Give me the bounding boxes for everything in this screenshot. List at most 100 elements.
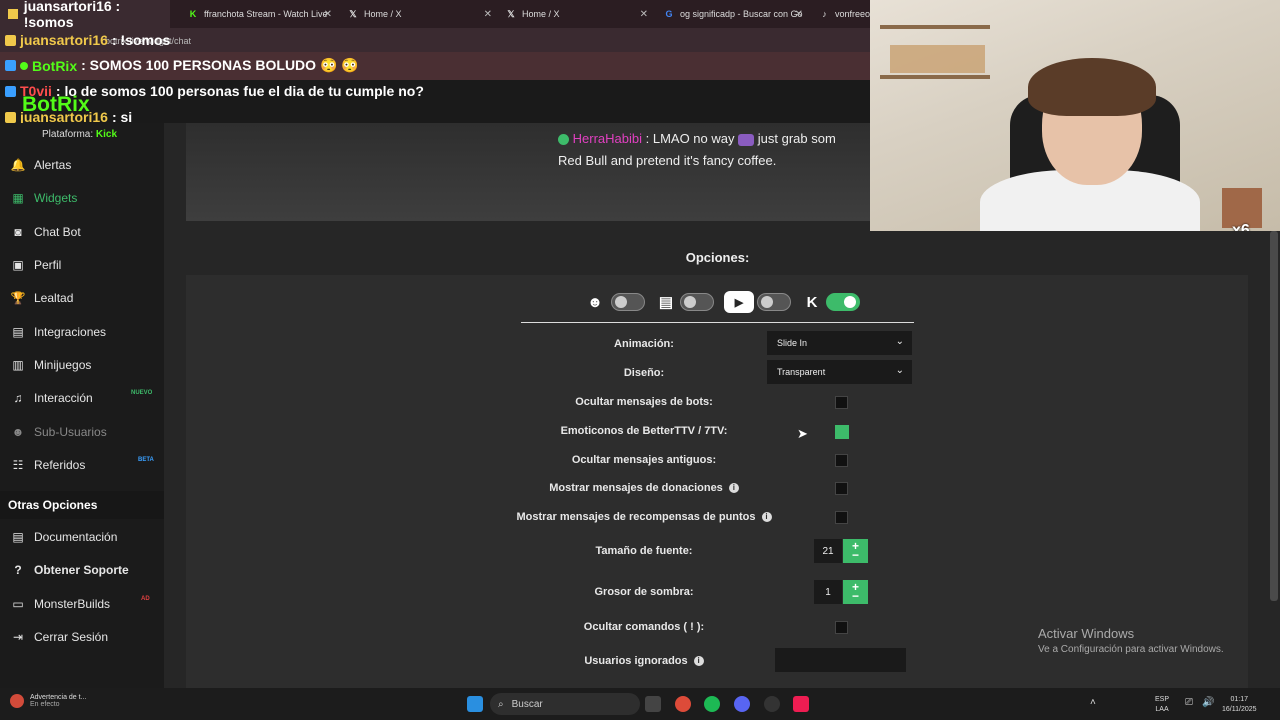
sidebar-item-subusuarios[interactable]: ☻ Sub-Usuarios: [10, 425, 107, 439]
sidebar: Plataforma: Kick 🔔 Alertas ▦ Widgets ◙ C…: [0, 123, 164, 688]
sidebar-item-label: Alertas: [34, 158, 72, 172]
chat-message: : SOMOS 100 PERSONAS BOLUDO 😳 😳: [81, 57, 359, 73]
taskbar-search[interactable]: ⌕ Buscar: [490, 693, 640, 715]
shadow-label: Grosor de sombra:: [594, 586, 694, 598]
task-view-icon[interactable]: [645, 696, 661, 712]
sidebar-item-widgets[interactable]: ▦ Widgets: [10, 191, 77, 205]
sidebar-item-documentacion[interactable]: ▤ Documentación: [10, 530, 117, 544]
info-icon[interactable]: i: [693, 656, 704, 667]
hide-old-checkbox[interactable]: [835, 454, 848, 467]
windows-watermark: Activar Windows Ve a Configuración para …: [1038, 626, 1224, 655]
sidebar-item-perfil[interactable]: ▣ Perfil: [10, 258, 61, 272]
sidebar-item-chatbot[interactable]: ◙ Chat Bot: [10, 225, 81, 239]
language-indicator[interactable]: ESP LAA: [1155, 695, 1169, 715]
chevron-down-icon: ⌄: [895, 365, 904, 376]
search-placeholder: Buscar: [511, 698, 543, 710]
volume-icon[interactable]: 🔊: [1202, 698, 1214, 708]
animation-value: Slide In: [777, 338, 808, 348]
chrome-icon[interactable]: [675, 696, 691, 712]
discord-icon[interactable]: [734, 696, 750, 712]
tab-title: ffranchota Stream - Watch Live: [204, 9, 328, 19]
sidebar-item-monsterbuilds[interactable]: ▭ MonsterBuilds: [10, 597, 110, 611]
scrollbar[interactable]: [1270, 231, 1278, 601]
font-size-label: Tamaño de fuente:: [595, 545, 693, 557]
laptop-icon: ▭: [12, 597, 24, 611]
question-icon: ?: [14, 563, 22, 577]
sidebar-item-integraciones[interactable]: ▤ Integraciones: [10, 325, 106, 339]
botrix-icon: ☻: [587, 293, 603, 311]
sidebar-item-alertas[interactable]: 🔔 Alertas: [10, 158, 72, 172]
tab-active[interactable]: juansartori16 : !somos: [0, 0, 170, 30]
twitch-toggle[interactable]: [680, 293, 714, 311]
kick-icon: K: [189, 9, 197, 19]
font-size-input[interactable]: 21: [814, 539, 842, 563]
notification-area[interactable]: Advertencia de t... En efecto: [10, 694, 86, 708]
tab-tiktok[interactable]: ♪ vonfreeo: [812, 0, 870, 28]
shadow-stepper[interactable]: + −: [843, 580, 868, 604]
lang-bottom: LAA: [1155, 706, 1169, 713]
minus-icon[interactable]: −: [852, 549, 859, 561]
sidebar-item-minijuegos[interactable]: ▥ Minijuegos: [10, 358, 91, 372]
hide-bots-label: Ocultar mensajes de bots:: [575, 396, 713, 408]
bttv-checkbox[interactable]: [835, 425, 849, 439]
tab-title: Home / X: [364, 9, 402, 19]
rewards-label-row: Mostrar mensajes de recompensas de punto…: [494, 511, 794, 523]
spotify-icon[interactable]: [704, 696, 720, 712]
windows-start-icon[interactable]: [467, 696, 483, 712]
close-icon[interactable]: ✕: [484, 9, 492, 20]
sidebar-item-label: Interacción: [34, 391, 93, 405]
emote-count: x6: [1232, 222, 1250, 231]
sidebar-item-label: Chat Bot: [34, 225, 81, 239]
clock[interactable]: 01:17 16/11/2025: [1222, 695, 1257, 715]
notification-subtitle: En efecto: [30, 701, 60, 708]
shadow-input[interactable]: 1: [814, 580, 842, 604]
sidebar-item-soporte[interactable]: ? Obtener Soporte: [10, 563, 128, 577]
beta-badge: BETA: [138, 457, 154, 463]
tab-title: Home / X: [522, 9, 560, 19]
youtube-toggle[interactable]: [757, 293, 791, 311]
info-icon[interactable]: i: [761, 512, 772, 523]
grid-icon: ▦: [12, 191, 24, 205]
tab-x-1[interactable]: 𝕏 Home / X ✕: [340, 0, 500, 28]
sidebar-item-label: Documentación: [34, 530, 118, 544]
sidebar-item-logout[interactable]: ⇥ Cerrar Sesión: [10, 630, 108, 644]
emote-icon: [738, 133, 755, 146]
donations-checkbox[interactable]: [835, 482, 848, 495]
sidebar-item-interaccion[interactable]: ♫ Interacción: [10, 391, 93, 405]
close-icon[interactable]: ✕: [324, 9, 332, 20]
network-icon[interactable]: ⎚: [1185, 698, 1193, 708]
platform-indicator: Plataforma: Kick: [42, 129, 117, 140]
minus-icon[interactable]: −: [852, 590, 859, 602]
tab-x-2[interactable]: 𝕏 Home / X ✕: [498, 0, 656, 28]
logout-icon: ⇥: [12, 630, 24, 644]
rewards-checkbox[interactable]: [835, 511, 848, 524]
font-size-stepper[interactable]: + −: [843, 539, 868, 563]
close-icon[interactable]: ✕: [640, 9, 648, 20]
botrix-toggle[interactable]: [611, 293, 645, 311]
tab-google[interactable]: G og significadp - Buscar con Go ✕: [656, 0, 811, 28]
plug-icon: ▤: [12, 325, 24, 339]
kick-toggle[interactable]: [826, 293, 860, 311]
search-icon: ⌕: [498, 698, 504, 710]
sidebar-item-referidos[interactable]: ☷ Referidos: [10, 458, 86, 472]
info-icon[interactable]: i: [728, 483, 739, 494]
tray-chevron-icon[interactable]: ˄: [1090, 698, 1096, 708]
tab-kick[interactable]: K ffranchota Stream - Watch Live ✕: [180, 0, 340, 28]
chat-username: BotRix: [32, 57, 78, 74]
ignored-users-input[interactable]: [775, 648, 906, 672]
obs-icon[interactable]: [764, 696, 780, 712]
trophy-icon: 🏆: [10, 291, 26, 305]
ignored-label-row: Usuarios ignorados i: [494, 655, 794, 667]
sidebar-item-lealtad[interactable]: 🏆 Lealtad: [10, 291, 74, 305]
sidebar-item-label: Widgets: [34, 191, 78, 205]
hide-bots-checkbox[interactable]: [835, 396, 848, 409]
bell-icon: 🔔: [10, 158, 26, 172]
notification-title: Advertencia de t...: [30, 694, 87, 701]
hide-commands-checkbox[interactable]: [835, 621, 848, 634]
animation-select[interactable]: Slide In ⌄: [767, 331, 912, 355]
tiktok-icon[interactable]: [793, 696, 809, 712]
close-icon[interactable]: ✕: [795, 9, 803, 20]
tab-title: vonfreeo: [834, 9, 870, 19]
donations-label: Mostrar mensajes de donaciones: [549, 482, 723, 494]
design-select[interactable]: Transparent ⌄: [767, 360, 912, 384]
